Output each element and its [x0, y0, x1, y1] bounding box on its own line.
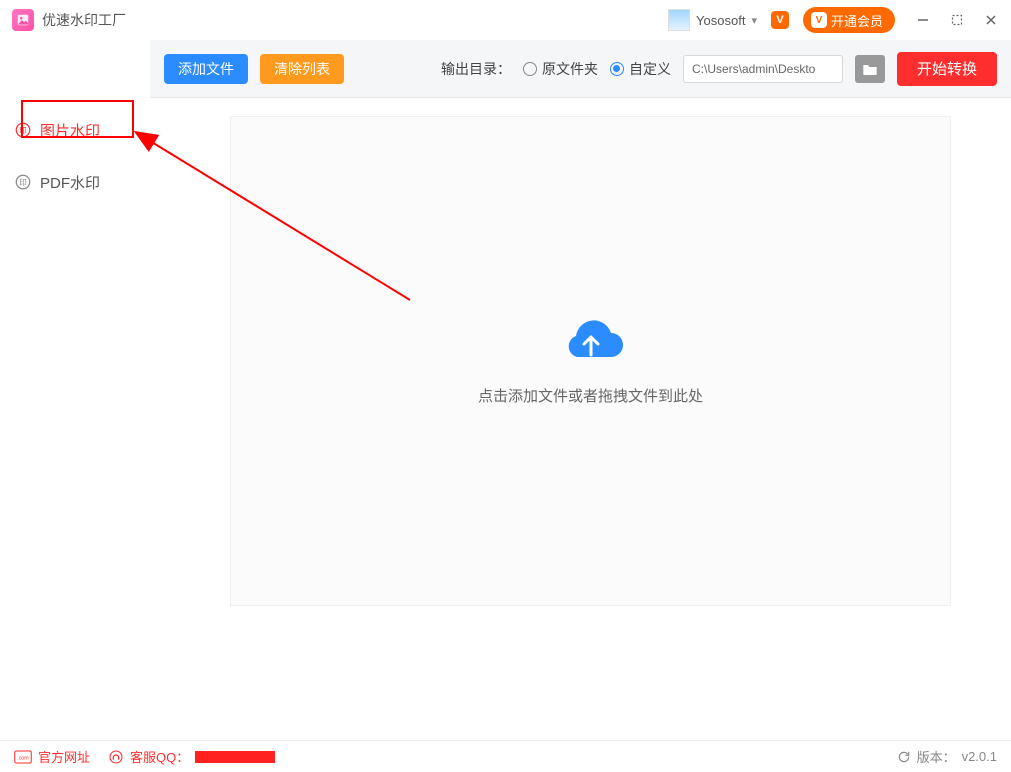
user-menu[interactable]: Yososoft ▾	[668, 9, 757, 31]
version-value: v2.0.1	[962, 749, 997, 764]
stamp-icon: 印	[14, 173, 32, 191]
clear-list-button[interactable]: 清除列表	[260, 54, 344, 84]
close-button[interactable]	[983, 12, 999, 28]
avatar-icon	[668, 9, 690, 31]
add-files-button[interactable]: 添加文件	[164, 54, 248, 84]
globe-icon: .com	[14, 750, 32, 764]
radio-custom-label: 自定义	[629, 59, 671, 79]
sidebar-item-label: 图片水印	[40, 120, 100, 141]
official-site-label: 官方网址	[38, 747, 90, 766]
username: Yososoft	[696, 13, 745, 28]
open-vip-label: 开通会员	[831, 11, 883, 30]
drop-zone[interactable]: 点击添加文件或者拖拽文件到此处	[230, 116, 951, 606]
service-qq-label: 客服QQ：	[130, 747, 189, 766]
canvas-area: 点击添加文件或者拖拽文件到此处	[150, 98, 1011, 740]
svg-text:.com: .com	[17, 755, 29, 761]
version-label: 版本：	[917, 747, 956, 766]
radio-source-folder[interactable]: 原文件夹	[523, 59, 598, 79]
content: 添加文件 清除列表 输出目录： 原文件夹 自定义 开始转换	[150, 40, 1011, 740]
drop-hint: 点击添加文件或者拖拽文件到此处	[478, 385, 703, 406]
service-qq-link[interactable]: 客服QQ：	[108, 747, 275, 766]
vip-badge-icon[interactable]: V	[771, 11, 789, 29]
output-dir-label: 输出目录：	[441, 59, 511, 79]
official-site-link[interactable]: .com 官方网址	[14, 747, 90, 766]
footer: .com 官方网址 客服QQ： 版本： v2.0.1	[0, 740, 1011, 772]
browse-folder-button[interactable]	[855, 55, 885, 83]
radio-custom-folder[interactable]: 自定义	[610, 59, 671, 79]
stamp-icon: 印	[14, 121, 32, 139]
maximize-button[interactable]	[949, 12, 965, 28]
sidebar-item-pdf-watermark[interactable]: 印 PDF水印	[0, 162, 150, 202]
qq-number-redacted	[195, 751, 275, 763]
open-vip-button[interactable]: V 开通会员	[803, 7, 895, 33]
svg-text:印: 印	[19, 126, 27, 135]
refresh-icon	[897, 750, 911, 764]
titlebar-left: 优速水印工厂	[12, 9, 126, 31]
output-path-input[interactable]	[683, 55, 843, 83]
sidebar-item-image-watermark[interactable]: 印 图片水印	[0, 110, 150, 150]
headset-icon	[108, 749, 124, 765]
vip-inner-icon: V	[811, 12, 827, 28]
radio-icon	[610, 62, 624, 76]
window-controls	[915, 12, 999, 28]
folder-icon	[862, 62, 878, 76]
svg-text:印: 印	[19, 178, 27, 187]
sidebar: 印 图片水印 印 PDF水印	[0, 40, 150, 740]
titlebar: 优速水印工厂 Yososoft ▾ V V 开通会员	[0, 0, 1011, 40]
radio-source-label: 原文件夹	[542, 59, 598, 79]
chevron-down-icon: ▾	[751, 14, 757, 27]
start-convert-button[interactable]: 开始转换	[897, 52, 997, 86]
radio-icon	[523, 62, 537, 76]
cloud-upload-icon	[556, 317, 626, 367]
titlebar-right: Yososoft ▾ V V 开通会员	[668, 7, 999, 33]
toolbar: 添加文件 清除列表 输出目录： 原文件夹 自定义 开始转换	[150, 40, 1011, 98]
sidebar-item-label: PDF水印	[40, 172, 100, 193]
app-title: 优速水印工厂	[42, 10, 126, 30]
app-logo-icon	[12, 9, 34, 31]
minimize-button[interactable]	[915, 12, 931, 28]
version-info[interactable]: 版本： v2.0.1	[897, 747, 997, 766]
